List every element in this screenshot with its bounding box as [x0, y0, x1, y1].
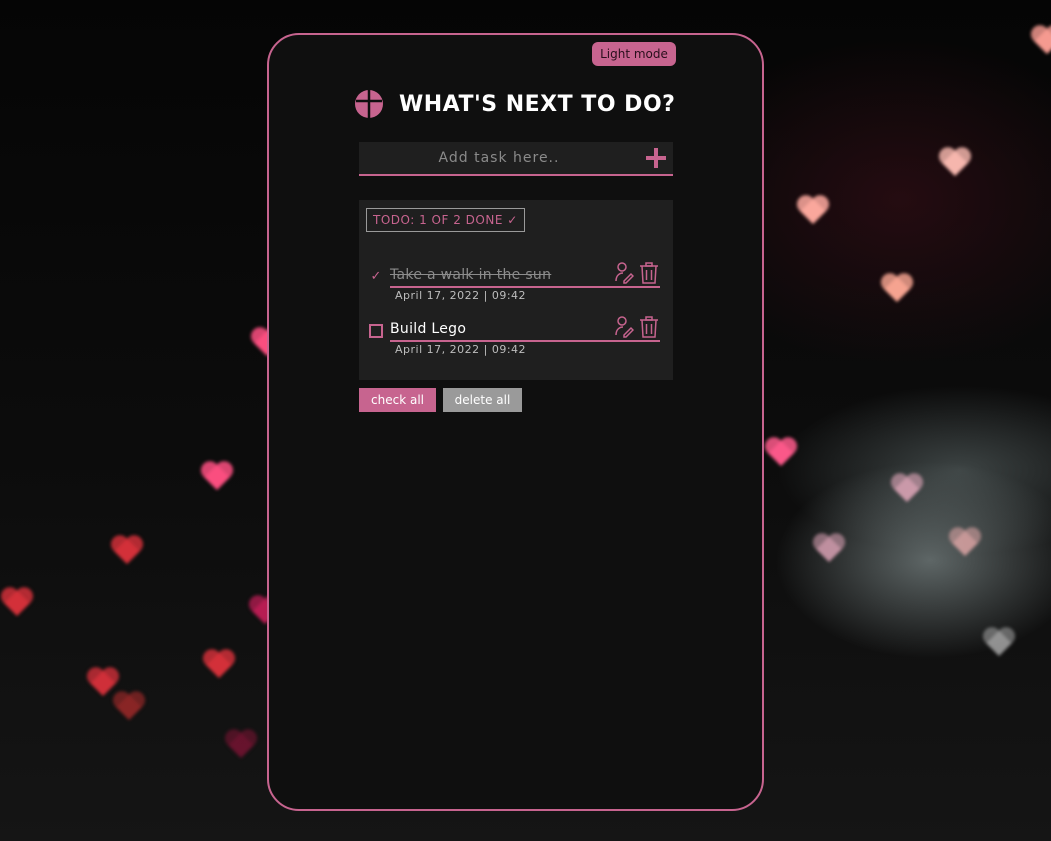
- page-title: WHAT'S NEXT TO DO?: [399, 91, 676, 117]
- bokeh-heart: [982, 628, 1016, 658]
- bokeh-heart: [112, 692, 146, 722]
- bokeh-heart: [110, 536, 144, 566]
- bokeh-heart: [880, 274, 914, 304]
- bokeh-heart: [764, 438, 798, 468]
- add-task-bar: [359, 142, 673, 176]
- user-edit-icon[interactable]: [614, 316, 634, 338]
- unchecked-checkbox[interactable]: [369, 324, 383, 338]
- light-mode-toggle[interactable]: Light mode: [592, 42, 676, 66]
- header: WHAT'S NEXT TO DO?: [354, 88, 675, 120]
- task-date: April 17, 2022 | 09:42: [395, 343, 527, 356]
- bokeh-heart: [0, 588, 34, 618]
- plus-icon[interactable]: [645, 147, 667, 169]
- bokeh-heart: [1030, 26, 1051, 56]
- add-task-input[interactable]: [359, 142, 639, 174]
- bokeh-heart: [200, 462, 234, 492]
- logo-icon: [355, 90, 383, 118]
- bokeh-heart: [890, 474, 924, 504]
- trash-icon[interactable]: [639, 262, 659, 284]
- trash-icon[interactable]: [639, 316, 659, 338]
- delete-all-button[interactable]: delete all: [443, 388, 522, 412]
- bokeh-heart: [224, 730, 258, 760]
- bokeh-heart: [796, 196, 830, 226]
- bokeh-heart: [812, 534, 846, 564]
- todo-list-panel: TODO: 1 OF 2 DONE ✓ ✓ Take a walk in the…: [359, 200, 673, 380]
- done-counter: TODO: 1 OF 2 DONE ✓: [366, 208, 525, 232]
- list-item: ✓ Take a walk in the sun April 17, 2022 …: [359, 258, 673, 306]
- check-all-button[interactable]: check all: [359, 388, 436, 412]
- user-edit-icon[interactable]: [614, 262, 634, 284]
- list-item: Build Lego April 17, 2022 | 09:42: [359, 312, 673, 360]
- bokeh-heart: [948, 528, 982, 558]
- task-date: April 17, 2022 | 09:42: [395, 289, 527, 302]
- bokeh-heart: [938, 148, 972, 178]
- bokeh-heart: [202, 650, 236, 680]
- checked-checkbox[interactable]: ✓: [369, 270, 383, 284]
